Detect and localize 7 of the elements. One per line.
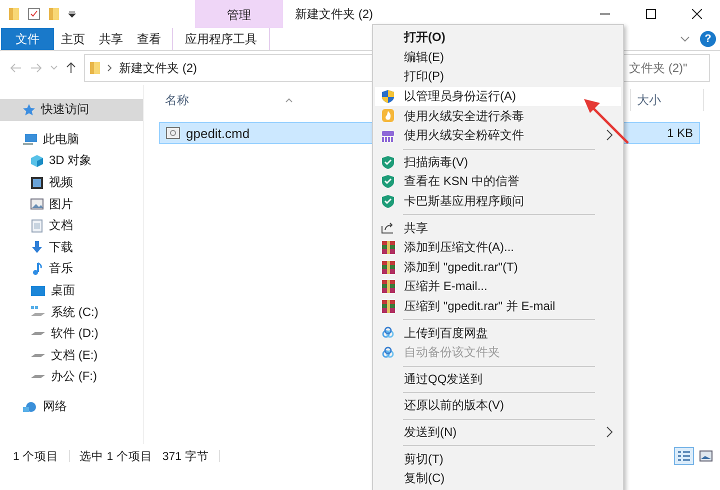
status-text: 选中 1 个项目 bbox=[80, 450, 152, 464]
status-text: 1 个项目 bbox=[13, 450, 59, 464]
file-size: 1 KB bbox=[666, 126, 693, 140]
status-text: 371 字节 bbox=[162, 449, 209, 464]
file-name: gpedit.cmd bbox=[186, 126, 250, 140]
context-tab-header: 管理 bbox=[195, 0, 283, 28]
window-title: 新建文件夹 (2) bbox=[294, 6, 374, 23]
